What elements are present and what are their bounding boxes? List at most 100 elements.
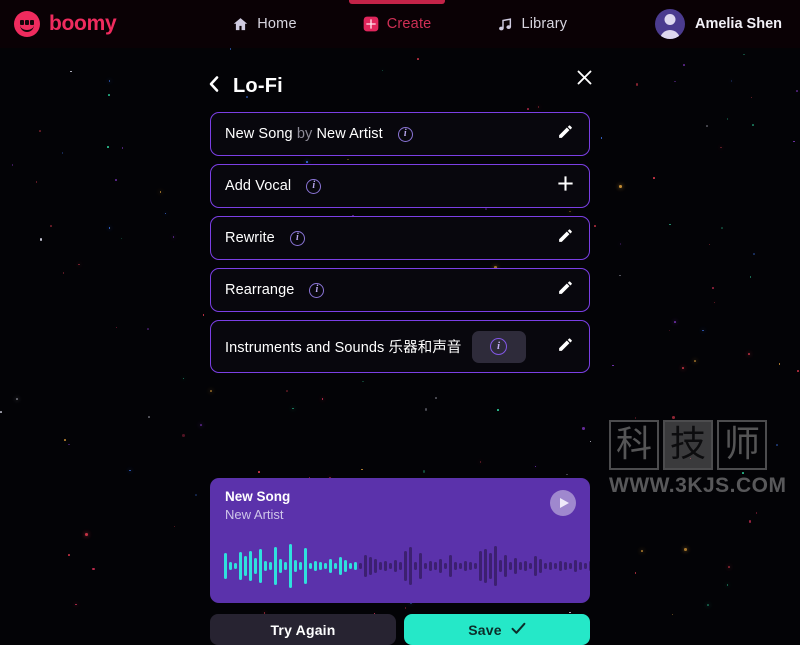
background-particle — [726, 584, 729, 587]
background-particle — [85, 533, 88, 537]
row-rearrange-label: Rearrange — [225, 282, 295, 298]
play-button[interactable] — [550, 490, 576, 516]
background-particle — [321, 398, 324, 400]
background-particle — [534, 465, 537, 468]
row-instruments-and-sounds[interactable]: Instruments and Sounds 乐器和声音 i — [210, 320, 590, 373]
background-particle — [286, 390, 288, 393]
nav-item-create[interactable]: Create — [348, 0, 446, 48]
site-watermark: 科 技 师 WWW.3KJS.COM — [609, 420, 787, 498]
waveform-bar — [539, 559, 542, 573]
info-button-song-title[interactable]: i — [389, 126, 413, 142]
nav-item-library-label: Library — [521, 16, 568, 32]
pencil-edit-icon — [557, 279, 574, 301]
background-particle — [640, 550, 643, 552]
watermark-char: 师 — [717, 420, 767, 470]
plus-icon — [556, 174, 575, 198]
panel-header: Lo-Fi — [209, 48, 591, 104]
waveform-bar — [409, 547, 412, 585]
info-icon: i — [289, 230, 305, 246]
waveform-bar — [279, 559, 282, 573]
info-button-instruments-and-sounds[interactable]: i — [471, 330, 526, 363]
waveform-bar — [489, 553, 492, 579]
info-button-rearrange[interactable]: i — [300, 282, 325, 298]
row-rearrange[interactable]: Rearrange i — [210, 268, 590, 312]
waveform-bar — [479, 551, 482, 581]
background-particle — [568, 611, 571, 614]
waveform-bar — [304, 548, 307, 584]
waveform-bar — [424, 563, 427, 569]
background-particle — [435, 397, 437, 399]
background-particle — [129, 469, 131, 472]
edit-rearrange-button[interactable] — [554, 279, 576, 301]
row-song-title[interactable]: New Song by New Artist i — [210, 112, 590, 156]
create-plus-icon — [363, 16, 379, 32]
background-particle — [672, 416, 676, 420]
brand-logo-link[interactable]: boomy — [14, 11, 228, 37]
back-button[interactable] — [203, 75, 225, 97]
waveform-bar — [399, 562, 402, 570]
waveform-bar — [239, 552, 242, 580]
waveform-bar — [289, 544, 292, 588]
play-icon — [560, 498, 569, 508]
nav-item-home[interactable]: Home — [228, 0, 300, 48]
background-particle — [689, 457, 692, 460]
close-x-icon — [576, 69, 593, 91]
waveform-bar — [529, 563, 532, 569]
background-particle — [173, 525, 176, 528]
user-menu[interactable]: Amelia Shen — [571, 9, 786, 39]
waveform-bar — [559, 561, 562, 571]
edit-rewrite-button[interactable] — [554, 227, 576, 249]
info-button-rewrite[interactable]: i — [281, 230, 305, 246]
background-particle — [181, 434, 185, 438]
background-particle — [634, 572, 637, 574]
row-instruments-and-sounds-label: Instruments and Sounds 乐器和声音 — [225, 340, 462, 356]
action-buttons: Try Again Save — [210, 614, 590, 645]
waveform-bar — [524, 561, 527, 571]
brand-name: boomy — [49, 12, 117, 35]
top-navigation-bar: boomy Home Create Library Amelia Shen — [0, 0, 800, 48]
waveform-bar — [504, 555, 507, 577]
waveform-bar — [364, 555, 367, 577]
try-again-button[interactable]: Try Again — [210, 614, 396, 645]
waveform-bar — [514, 558, 517, 574]
edit-instruments-and-sounds-button[interactable] — [554, 336, 576, 358]
info-icon: i — [309, 282, 325, 298]
waveform-bar — [464, 561, 467, 571]
add-vocal-button[interactable] — [554, 175, 576, 197]
waveform-bar — [484, 549, 487, 583]
waveform-bar — [359, 563, 362, 569]
waveform-bar — [444, 563, 447, 569]
background-particle — [755, 512, 758, 514]
row-add-vocal[interactable]: Add Vocal i — [210, 164, 590, 208]
waveform-bar — [389, 563, 392, 569]
waveform-bar — [414, 562, 417, 570]
background-particle — [210, 390, 212, 392]
waveform-bar — [374, 559, 377, 573]
background-particle — [776, 444, 778, 447]
waveform-bar — [379, 562, 382, 570]
row-rewrite-label: Rewrite — [225, 230, 275, 246]
chevron-left-icon — [207, 75, 221, 98]
row-rewrite[interactable]: Rewrite i — [210, 216, 590, 260]
save-label: Save — [468, 621, 502, 638]
background-particle — [0, 411, 2, 413]
background-particle — [361, 468, 363, 471]
background-particle — [566, 473, 568, 476]
waveform-bar — [589, 561, 590, 571]
close-button[interactable] — [573, 69, 595, 91]
waveform-scrubber[interactable] — [224, 538, 590, 594]
waveform-bar — [509, 562, 512, 570]
info-button-add-vocal[interactable]: i — [297, 178, 322, 194]
audio-player-card[interactable]: New Song New Artist — [210, 478, 590, 603]
home-icon — [232, 16, 249, 33]
nav-item-library[interactable]: Library — [493, 0, 571, 48]
save-button[interactable]: Save — [404, 614, 590, 645]
waveform-bar — [369, 557, 372, 575]
waveform-bar — [429, 561, 432, 571]
background-particle — [195, 494, 197, 496]
waveform-bar — [329, 559, 332, 573]
waveform-bar — [264, 561, 267, 571]
watermark-char: 科 — [609, 420, 659, 470]
background-particle — [422, 469, 426, 473]
edit-song-title-button[interactable] — [554, 123, 576, 145]
